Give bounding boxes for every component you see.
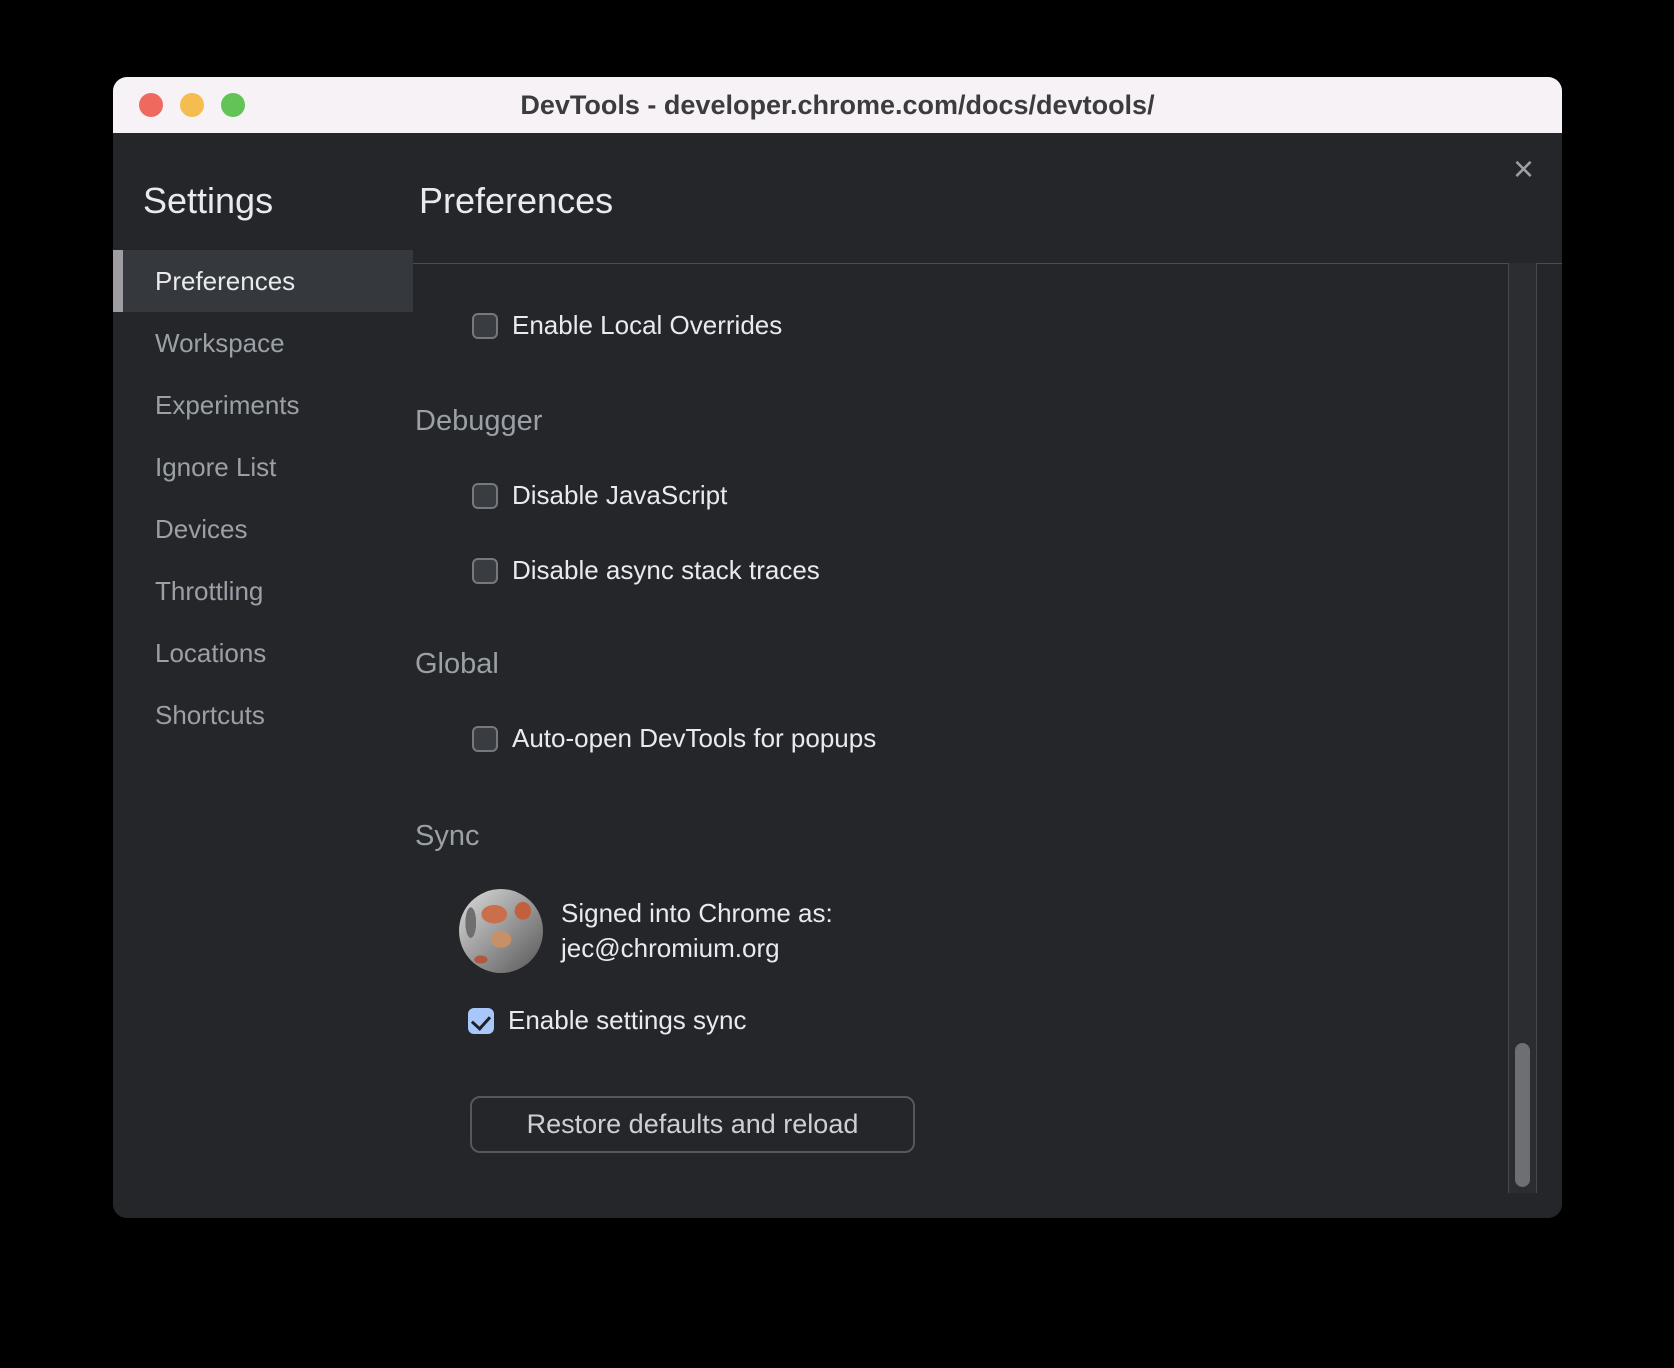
scrollbar-track[interactable] [1508, 263, 1537, 1193]
devtools-window: DevTools - developer.chrome.com/docs/dev… [113, 77, 1562, 1218]
checkbox-label[interactable]: Disable async stack traces [512, 555, 820, 586]
checkbox-row-disable-javascript: Disable JavaScript [472, 480, 1502, 511]
titlebar: DevTools - developer.chrome.com/docs/dev… [113, 77, 1562, 133]
scrollbar-thumb[interactable] [1515, 1043, 1530, 1187]
checkbox-label[interactable]: Enable settings sync [508, 1005, 746, 1036]
minimize-window-button[interactable] [180, 93, 204, 117]
signed-in-text: Signed into Chrome as: jec@chromium.org [561, 896, 833, 966]
sidebar-item-label: Devices [155, 514, 247, 545]
checkbox-enable-settings-sync[interactable] [468, 1008, 494, 1034]
sidebar-item-experiments[interactable]: Experiments [113, 374, 413, 436]
sync-account-info: Signed into Chrome as: jec@chromium.org [459, 889, 1502, 973]
section-header-global: Global [415, 648, 1502, 681]
checkbox-auto-open-devtools[interactable] [472, 726, 498, 752]
checkbox-row-settings-sync: Enable settings sync [468, 1005, 1502, 1036]
sidebar-item-ignore-list[interactable]: Ignore List [113, 436, 413, 498]
sidebar-item-label: Workspace [155, 328, 285, 359]
clipped-label [512, 264, 519, 265]
checkbox-disable-javascript[interactable] [472, 483, 498, 509]
sidebar-item-throttling[interactable]: Throttling [113, 560, 413, 622]
sidebar-item-label: Preferences [155, 266, 295, 297]
section-header-debugger: Debugger [415, 405, 1502, 438]
sidebar-item-preferences[interactable]: Preferences [113, 250, 413, 312]
sidebar-item-label: Shortcuts [155, 700, 265, 731]
sidebar-item-label: Ignore List [155, 452, 276, 483]
preferences-title: Preferences [419, 180, 1562, 222]
settings-nav: Preferences Workspace Experiments Ignore… [113, 250, 413, 746]
window-title: DevTools - developer.chrome.com/docs/dev… [520, 90, 1154, 121]
section-header-sync: Sync [415, 820, 1502, 853]
checkbox-disable-async-stack-traces[interactable] [472, 558, 498, 584]
settings-title: Settings [143, 180, 413, 222]
signed-in-email: jec@chromium.org [561, 931, 833, 966]
settings-sidebar: Settings Preferences Workspace Experimen… [113, 133, 413, 1218]
checkbox-label[interactable]: Enable Local Overrides [512, 310, 782, 341]
sidebar-item-label: Throttling [155, 576, 263, 607]
avatar [459, 889, 543, 973]
sidebar-item-devices[interactable]: Devices [113, 498, 413, 560]
sidebar-item-label: Experiments [155, 390, 300, 421]
traffic-lights [139, 77, 245, 133]
clipped-checkbox-row [472, 264, 1502, 265]
fullscreen-window-button[interactable] [221, 93, 245, 117]
signed-in-line1: Signed into Chrome as: [561, 896, 833, 931]
preferences-pane: Preferences Enable Local Overrides Debug… [413, 133, 1562, 1218]
clipped-previous-row [413, 264, 1502, 270]
checkbox-row-auto-open: Auto-open DevTools for popups [472, 723, 1502, 754]
sidebar-item-workspace[interactable]: Workspace [113, 312, 413, 374]
sidebar-item-shortcuts[interactable]: Shortcuts [113, 684, 413, 746]
checkbox-row-disable-async: Disable async stack traces [472, 555, 1502, 586]
close-window-button[interactable] [139, 93, 163, 117]
restore-defaults-button[interactable]: Restore defaults and reload [470, 1096, 915, 1153]
checkbox-label[interactable]: Disable JavaScript [512, 480, 727, 511]
checkbox-enable-local-overrides[interactable] [472, 313, 498, 339]
checkbox-label[interactable]: Auto-open DevTools for popups [512, 723, 876, 754]
sidebar-item-locations[interactable]: Locations [113, 622, 413, 684]
preferences-scroll-area[interactable]: Enable Local Overrides Debugger Disable … [413, 263, 1562, 1218]
checkbox-row-local-overrides: Enable Local Overrides [472, 310, 1502, 341]
devtools-settings-dialog: × Settings Preferences Workspace Experim… [113, 133, 1562, 1218]
sidebar-item-label: Locations [155, 638, 266, 669]
